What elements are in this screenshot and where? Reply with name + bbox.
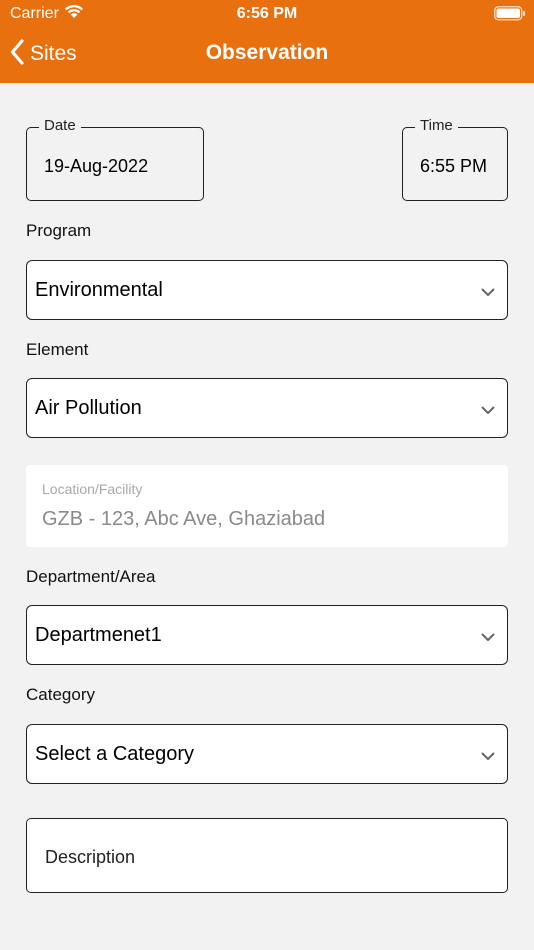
status-time: 6:56 PM	[236, 5, 298, 22]
location-placeholder: Location/Facility	[42, 481, 143, 497]
department-value: Departmenet1	[35, 624, 162, 646]
program-value: Environmental	[35, 279, 163, 301]
program-select[interactable]: Environmental	[26, 260, 508, 320]
time-field[interactable]: Time 6:55 PM	[402, 117, 508, 201]
description-field[interactable]: Description	[26, 818, 508, 893]
chevron-down-icon	[481, 402, 495, 420]
program-label: Program	[26, 221, 92, 240]
date-value: 19-Aug-2022	[44, 156, 149, 176]
element-value: Air Pollution	[35, 397, 142, 419]
chevron-down-icon	[481, 284, 495, 302]
category-select[interactable]: Select a Category	[26, 724, 508, 784]
chevron-down-icon	[481, 748, 495, 766]
date-field[interactable]: Date 19-Aug-2022	[26, 117, 204, 201]
department-label: Department/Area	[26, 567, 156, 586]
element-select[interactable]: Air Pollution	[26, 378, 508, 438]
description-placeholder: Description	[45, 847, 136, 867]
status-bar: Carrier 6:56 PM	[0, 0, 534, 28]
location-field: Location/Facility GZB - 123, Abc Ave, Gh…	[26, 465, 508, 547]
time-legend: Time	[415, 117, 458, 134]
date-legend: Date	[39, 117, 81, 134]
battery-icon	[494, 6, 526, 21]
chevron-down-icon	[481, 629, 495, 647]
time-value: 6:55 PM	[420, 156, 488, 176]
category-label: Category	[26, 685, 95, 704]
department-select[interactable]: Departmenet1	[26, 605, 508, 665]
category-value: Select a Category	[35, 743, 194, 765]
page-title: Observation	[205, 41, 329, 64]
element-label: Element	[26, 340, 89, 359]
location-value: GZB - 123, Abc Ave, Ghaziabad	[42, 508, 326, 530]
navigation-bar: Carrier 6:56 PM Sites Observation	[0, 0, 534, 83]
